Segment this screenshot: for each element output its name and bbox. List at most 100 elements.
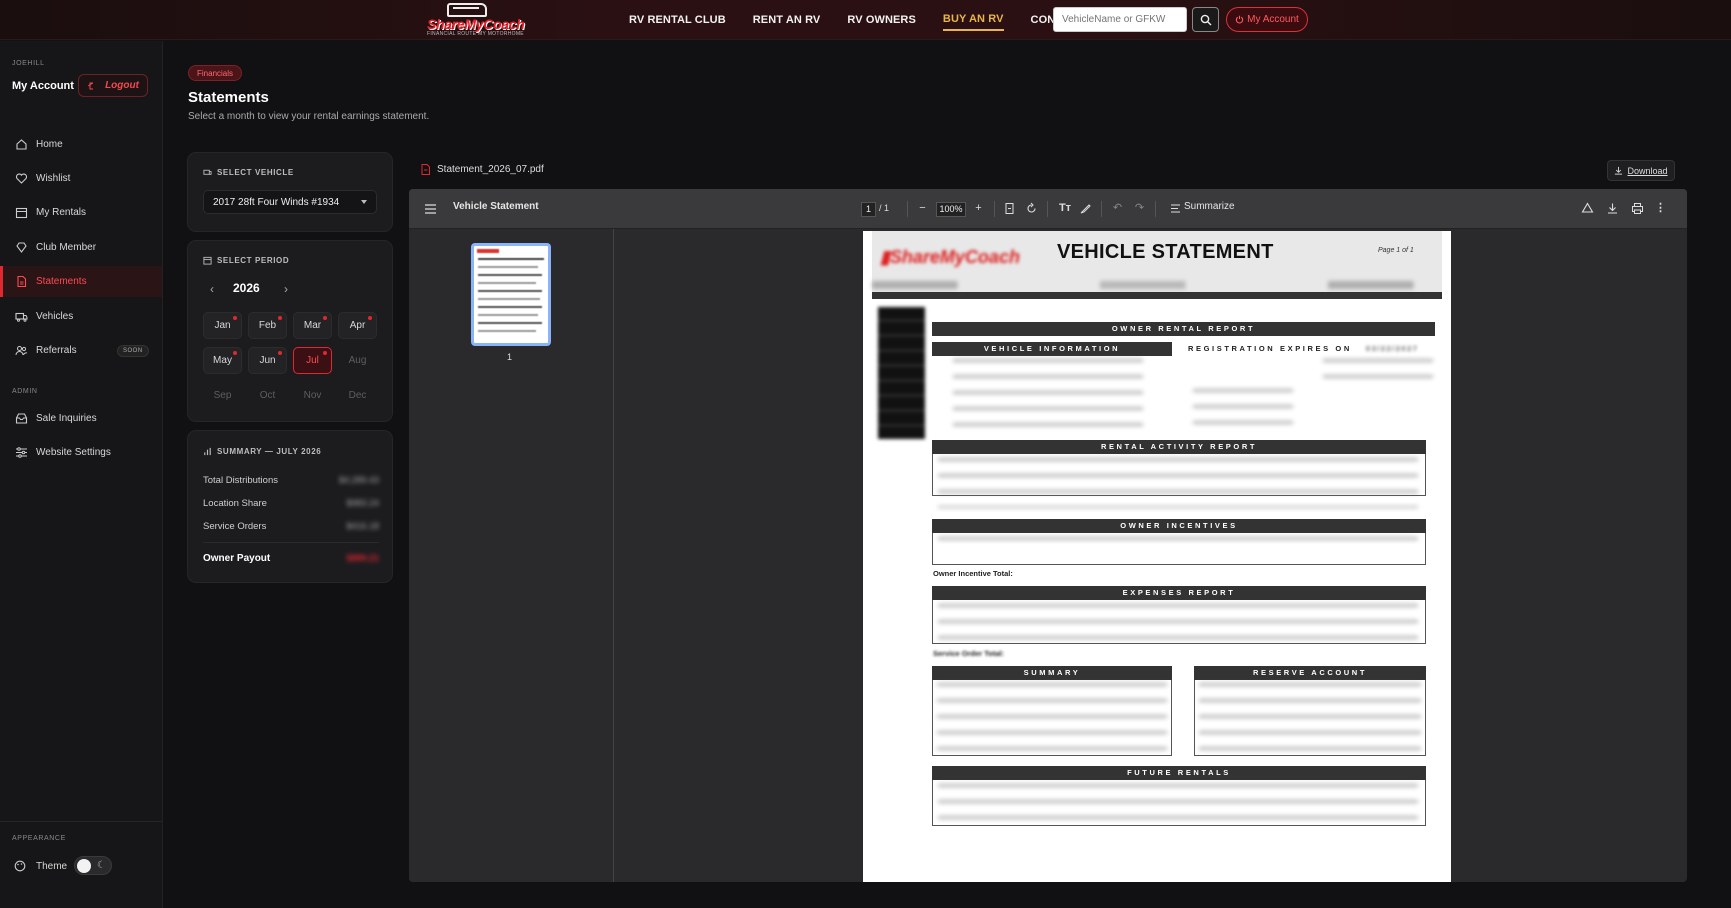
month-nov-button: Nov [293, 382, 332, 409]
chevron-left-icon[interactable]: ‹ [203, 280, 221, 298]
sidebar-item-wishlist[interactable]: Wishlist [0, 163, 162, 194]
page-number-input[interactable]: 1 [861, 202, 876, 217]
month-label: Oct [259, 390, 276, 401]
diamond-icon [16, 242, 27, 253]
menu-icon[interactable] [425, 204, 436, 214]
my-account-label: My Account [1247, 14, 1299, 25]
summary-value: $416.18 [346, 521, 379, 531]
calendar-icon [15, 207, 28, 219]
sidebar-item-label: Home [36, 139, 63, 150]
admin-section-label: ADMIN [12, 388, 38, 395]
nav-link-buy-an-rv[interactable]: BUY AN RV [942, 9, 1004, 31]
toolbar-separator [994, 201, 995, 217]
page-thumbnail[interactable] [471, 243, 551, 346]
page-total: / 1 [879, 203, 890, 213]
drive-save-icon[interactable] [1581, 202, 1594, 215]
month-jul-button[interactable]: Jul [293, 347, 332, 374]
truck-icon [15, 312, 28, 322]
download-button[interactable]: Download [1607, 160, 1675, 181]
draw-icon[interactable] [1079, 202, 1092, 215]
sidebar-item-label: Referrals [36, 345, 77, 356]
month-apr-button[interactable]: Apr [338, 312, 377, 339]
sidebar-item-statements[interactable]: Statements [0, 266, 162, 297]
logout-button[interactable]: Logout [78, 74, 148, 97]
top-navbar: ShareMyCoach FINANCIAL ROUTE MY MOTORHOM… [0, 0, 1731, 40]
rotate-icon[interactable] [1025, 202, 1038, 215]
month-label: Mar [303, 320, 322, 331]
statement-available-dot [278, 351, 282, 355]
summary-row-location-share: Location Share $983.24 [203, 498, 379, 509]
nav-link-rent-an-rv[interactable]: RENT AN RV [753, 10, 821, 30]
chevron-down-icon [361, 200, 367, 204]
sidebar-item-home[interactable]: Home [0, 129, 162, 160]
section-owner-rental-report: OWNER RENTAL REPORT [932, 322, 1435, 336]
site-logo[interactable]: ShareMyCoach FINANCIAL ROUTE MY MOTORHOM… [425, 3, 525, 37]
chevron-right-icon[interactable]: › [277, 280, 295, 298]
sidebar-username: JOEHILL [12, 60, 45, 67]
zoom-out-icon[interactable]: − [916, 202, 929, 215]
summarize-button[interactable]: Summarize [1184, 201, 1235, 212]
sidebar-item-vehicles[interactable]: Vehicles [0, 301, 162, 332]
pdf-file-icon [421, 164, 430, 175]
reserve-account-redacted [1199, 683, 1421, 755]
zoom-level-input[interactable]: 100% [936, 202, 966, 217]
pdf-viewer-title: Vehicle Statement [453, 201, 539, 212]
sidebar-item-website-settings[interactable]: Website Settings [0, 437, 162, 468]
owner-incentives-redacted [938, 537, 1418, 551]
financials-badge: Financials [188, 65, 243, 81]
select-period-card: SELECT PERIOD ‹ 2026 › Jan Feb Mar Apr May Ju… [187, 240, 393, 422]
nav-link-rv-owners[interactable]: RV OWNERS [847, 10, 916, 30]
month-feb-button[interactable]: Feb [248, 312, 287, 339]
download-label: Download [1627, 165, 1668, 176]
sidebar-item-label: Statements [36, 276, 87, 287]
pdf-filename-text: Statement_2026_07.pdf [437, 164, 544, 175]
summary-label: Total Distributions [203, 475, 278, 486]
select-vehicle-heading: SELECT VEHICLE [203, 168, 294, 177]
logout-icon [87, 82, 94, 89]
main-nav: RV RENTAL CLUB RENT AN RV RV OWNERS BUY … [629, 0, 1111, 40]
document-icon [17, 275, 27, 288]
month-mar-button[interactable]: Mar [293, 312, 332, 339]
summary-label: Service Orders [203, 521, 267, 532]
month-jun-button[interactable]: Jun [248, 347, 287, 374]
text-size-icon[interactable]: Tт [1057, 202, 1073, 215]
vehicle-icon [203, 169, 212, 175]
statement-header-details [872, 281, 1442, 289]
select-period-heading: SELECT PERIOD [203, 256, 289, 265]
moon-icon: ☾ [97, 860, 106, 871]
more-options-icon[interactable]: ⋮ [1654, 202, 1667, 215]
month-grid: Jan Feb Mar Apr May Jun Jul Aug Sep Oct Nov Dec [203, 312, 379, 409]
download-icon[interactable] [1606, 202, 1619, 215]
my-account-button[interactable]: My Account [1226, 7, 1308, 32]
undo-icon[interactable]: ↶ [1111, 202, 1124, 215]
print-icon[interactable] [1631, 202, 1644, 215]
zoom-in-icon[interactable]: + [972, 202, 985, 215]
nav-link-rv-rental-club[interactable]: RV RENTAL CLUB [629, 10, 726, 30]
home-icon [16, 139, 27, 150]
sidebar-item-my-rentals[interactable]: My Rentals [0, 197, 162, 228]
pdf-page: ▮ShareMyCoach VEHICLE STATEMENT Page 1 o… [863, 231, 1451, 882]
redo-icon[interactable]: ↷ [1133, 202, 1146, 215]
section-summary: SUMMARY [932, 666, 1172, 680]
sidebar-item-referrals[interactable]: Referrals SOON [0, 335, 162, 366]
payout-label: Owner Payout [203, 553, 271, 564]
thumbnail-panel: 1 [409, 229, 614, 882]
summary-card: SUMMARY — JULY 2026 Total Distributions … [187, 430, 393, 583]
sidebar-item-sale-inquiries[interactable]: Sale Inquiries [0, 403, 162, 434]
fit-page-icon[interactable] [1003, 202, 1016, 215]
month-jan-button[interactable]: Jan [203, 312, 242, 339]
statement-title: VEHICLE STATEMENT [1057, 241, 1274, 263]
month-label: Jul [306, 355, 319, 366]
month-may-button[interactable]: May [203, 347, 242, 374]
statement-available-dot [368, 316, 372, 320]
sidebar-item-label: Website Settings [36, 447, 111, 458]
statement-available-dot [233, 316, 237, 320]
toolbar-separator [907, 201, 908, 217]
vehicle-select[interactable]: 2017 28ft Four Winds #1934 [203, 190, 377, 214]
bar-chart-icon [204, 447, 211, 456]
theme-toggle[interactable]: ☾ [74, 856, 112, 875]
search-button[interactable] [1192, 7, 1219, 32]
vehicle-search-input[interactable] [1053, 7, 1187, 32]
summary-row-service-orders: Service Orders $416.18 [203, 521, 379, 532]
sidebar-item-club-member[interactable]: Club Member [0, 232, 162, 263]
